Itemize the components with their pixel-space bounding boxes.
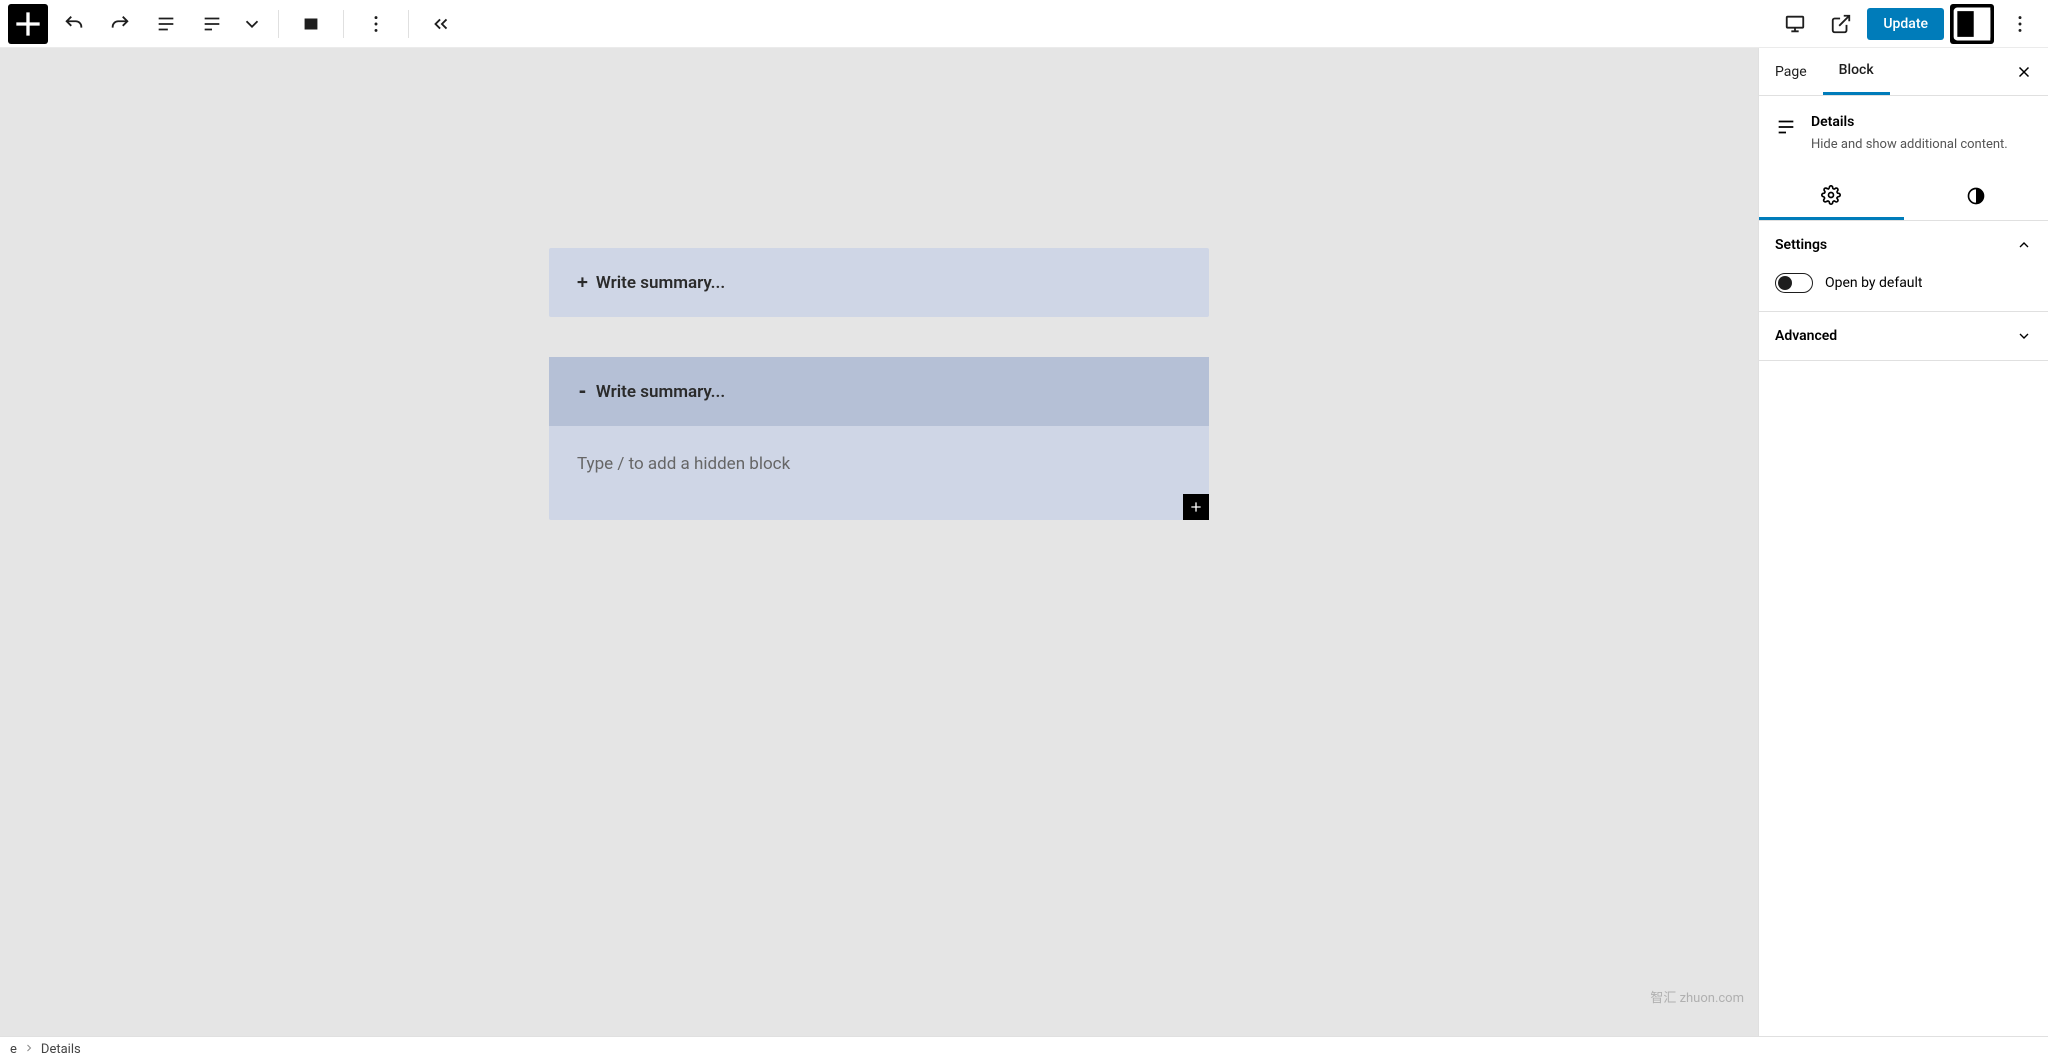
view-button[interactable] xyxy=(1821,4,1861,44)
body-placeholder: Type / to add a hidden block xyxy=(577,454,1181,474)
block-description: Hide and show additional content. xyxy=(1811,136,2008,154)
redo-icon xyxy=(109,13,131,35)
open-by-default-label: Open by default xyxy=(1825,275,1923,291)
gear-icon xyxy=(1821,185,1841,205)
update-button[interactable]: Update xyxy=(1867,8,1944,40)
align-icon xyxy=(300,13,322,35)
settings-sidebar: Page Block Details Hide and show additio… xyxy=(1758,48,2048,1036)
advanced-panel-header[interactable]: Advanced xyxy=(1759,312,2048,360)
toolbar-separator xyxy=(343,10,344,38)
details-block-icon xyxy=(201,13,223,35)
more-vertical-icon xyxy=(2009,13,2031,35)
more-vertical-icon xyxy=(365,13,387,35)
plus-icon xyxy=(8,4,48,44)
sidebar-toggle-button[interactable] xyxy=(1950,4,1994,44)
undo-button[interactable] xyxy=(54,4,94,44)
block-details-indicator[interactable] xyxy=(192,4,232,44)
breadcrumb-separator xyxy=(23,1042,35,1058)
chevron-up-icon xyxy=(2016,237,2032,253)
top-toolbar: Update xyxy=(0,0,2048,48)
settings-panel: Settings Open by default xyxy=(1759,221,2048,312)
settings-panel-title: Settings xyxy=(1775,237,1827,253)
block-name: Details xyxy=(1811,114,2008,130)
close-sidebar-button[interactable] xyxy=(2008,56,2040,88)
breadcrumb-footer: e Details xyxy=(0,1036,2048,1062)
details-body[interactable]: Type / to add a hidden block xyxy=(549,426,1209,520)
list-view-icon xyxy=(155,13,177,35)
align-button[interactable] xyxy=(291,4,331,44)
chevron-down-icon xyxy=(2016,328,2032,344)
toolbar-separator xyxy=(278,10,279,38)
plus-toggle-icon: + xyxy=(577,272,588,293)
open-by-default-toggle[interactable] xyxy=(1775,273,1813,293)
plus-icon xyxy=(1188,499,1204,515)
details-block-icon xyxy=(1775,116,1797,138)
close-icon xyxy=(2015,63,2033,81)
contrast-icon xyxy=(1966,186,1986,206)
block-options-button[interactable] xyxy=(356,4,396,44)
details-block-closed[interactable]: + Write summary... xyxy=(549,248,1209,317)
undo-icon xyxy=(63,13,85,35)
chevrons-left-icon xyxy=(430,13,452,35)
chevron-down-icon xyxy=(241,13,263,35)
block-dropdown[interactable] xyxy=(238,4,266,44)
breadcrumb-parent[interactable]: e xyxy=(10,1042,17,1057)
breadcrumb-current[interactable]: Details xyxy=(41,1042,81,1057)
advanced-panel: Advanced xyxy=(1759,312,2048,361)
settings-panel-header[interactable]: Settings xyxy=(1759,221,2048,269)
settings-tab[interactable] xyxy=(1759,172,1904,220)
tab-page[interactable]: Page xyxy=(1759,50,1823,94)
details-summary[interactable]: - Write summary... xyxy=(549,357,1209,426)
desktop-icon xyxy=(1784,13,1806,35)
external-link-icon xyxy=(1830,13,1852,35)
more-menu-button[interactable] xyxy=(2000,4,2040,44)
minus-toggle-icon: - xyxy=(577,381,588,402)
inserter-button[interactable] xyxy=(8,4,48,44)
summary-placeholder: Write summary... xyxy=(596,273,725,293)
list-view-button[interactable] xyxy=(146,4,186,44)
sidebar-icon xyxy=(1950,2,1994,46)
chevron-right-icon xyxy=(23,1042,35,1054)
tab-block[interactable]: Block xyxy=(1823,48,1890,95)
styles-tab[interactable] xyxy=(1904,172,2048,220)
collapse-toolbar-button[interactable] xyxy=(421,4,461,44)
details-summary[interactable]: + Write summary... xyxy=(549,248,1209,317)
summary-placeholder: Write summary... xyxy=(596,382,725,402)
device-preview-button[interactable] xyxy=(1775,4,1815,44)
advanced-panel-title: Advanced xyxy=(1775,328,1837,344)
block-header: Details Hide and show additional content… xyxy=(1759,96,2048,172)
editor-canvas[interactable]: + Write summary... - Write summary... Ty… xyxy=(0,48,1758,1036)
toolbar-separator xyxy=(408,10,409,38)
add-block-button[interactable] xyxy=(1183,494,1209,520)
details-block-open[interactable]: - Write summary... Type / to add a hidde… xyxy=(549,357,1209,520)
redo-button[interactable] xyxy=(100,4,140,44)
